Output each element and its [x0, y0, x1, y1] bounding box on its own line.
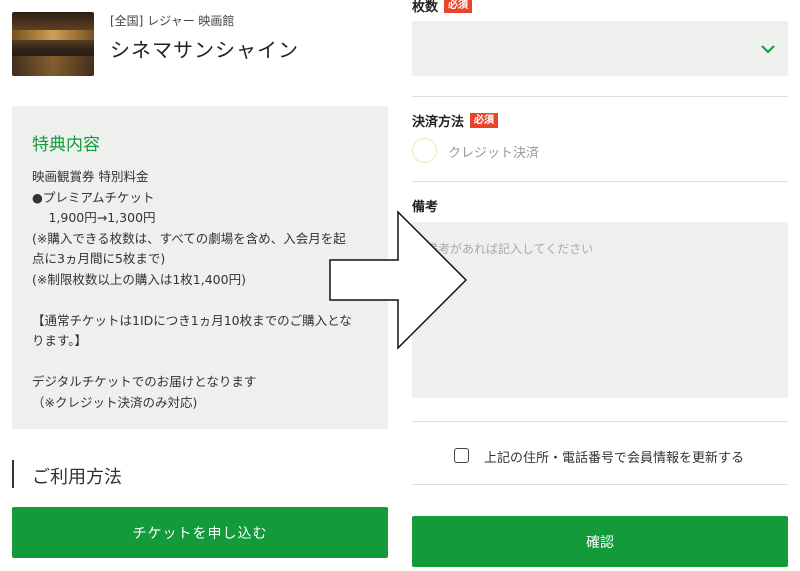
shop-category: [全国] レジャー 映画館 — [110, 14, 235, 28]
benefit-line: 【通常チケットは1IDにつき1ヵ月10枚までのご購入とな — [32, 312, 352, 328]
section-marker — [12, 460, 14, 488]
quantity-label: 枚数 — [412, 0, 439, 15]
benefit-line: （※クレジット決済のみ対応) — [32, 394, 198, 410]
credit-payment-label[interactable]: クレジット決済 — [448, 142, 539, 161]
benefit-line: (※購入できる枚数は、すべての劇場を含め、入会月を起 — [32, 230, 346, 246]
confirm-button[interactable]: 確認 — [412, 516, 788, 567]
divider — [412, 421, 788, 422]
credit-payment-radio[interactable] — [412, 138, 437, 163]
theater-thumbnail — [12, 12, 94, 76]
benefit-line: 1,900円→1,300円 — [32, 210, 156, 225]
quantity-label-row: 枚数 必須 — [412, 0, 473, 15]
update-info-label[interactable]: 上記の住所・電話番号で会員情報を更新する — [484, 447, 744, 466]
divider — [412, 484, 788, 485]
benefit-line: ります。】 — [32, 333, 88, 348]
benefit-line: (※制限枚数以上の購入は1枚1,400円) — [32, 271, 246, 287]
quantity-select[interactable] — [412, 21, 788, 76]
benefit-heading: 特典内容 — [32, 135, 100, 155]
benefit-text: 映画観賞券 特別料金 ●プレミアムチケット 1,900円→1,300円 (※購入でき… — [32, 167, 368, 413]
divider — [412, 181, 788, 182]
chevron-down-icon — [761, 45, 775, 54]
benefit-line — [32, 352, 368, 373]
divider — [412, 96, 788, 97]
benefit-line: デジタルチケットでのお届けとなります — [32, 374, 257, 389]
usage-heading: ご利用方法 — [32, 467, 122, 488]
benefit-line: 映画観賞券 特別料金 — [32, 169, 149, 184]
apply-ticket-button[interactable]: チケットを申し込む — [12, 507, 388, 558]
required-badge: 必須 — [470, 113, 499, 128]
payment-label: 決済方法 — [412, 115, 465, 130]
benefit-line: 点に3ヵ月間に5枚まで) — [32, 251, 166, 266]
payment-label-row: 決済方法 必須 — [412, 111, 499, 130]
shop-name: シネマサンシャイン — [110, 38, 299, 62]
required-badge: 必須 — [444, 0, 473, 13]
benefit-line: ●プレミアムチケット — [32, 189, 155, 205]
update-info-checkbox[interactable] — [454, 448, 469, 463]
right-arrow-icon — [329, 210, 468, 350]
benefit-line — [32, 290, 368, 311]
